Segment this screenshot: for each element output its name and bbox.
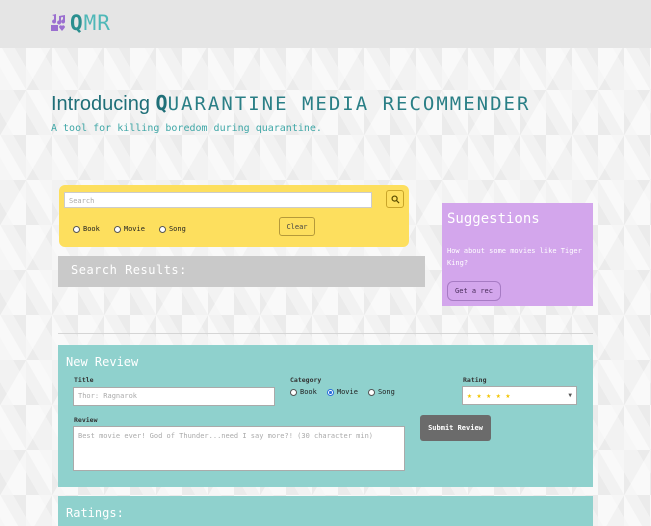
category-options: Book Movie Song xyxy=(290,388,395,396)
suggestion-text: How about some movies like Tiger King? xyxy=(447,247,582,267)
search-results-title: Search Results: xyxy=(71,263,187,277)
chevron-down-icon: ▼ xyxy=(568,392,572,399)
logo[interactable]: QMR xyxy=(50,11,111,35)
ratings-panel: Ratings: xyxy=(58,496,593,526)
rating-stars: ★ ★ ★ ★ ★ xyxy=(467,391,511,400)
suggestions-title: Suggestions xyxy=(447,211,540,227)
music-book-heart-icon xyxy=(51,14,66,31)
category-label: Category xyxy=(290,376,322,384)
category-option-book[interactable]: Book xyxy=(290,388,317,396)
logo-text: QMR xyxy=(70,11,111,35)
rating-select[interactable]: ★ ★ ★ ★ ★ ▼ xyxy=(462,386,577,405)
title-input[interactable]: Thor: Ragnarok xyxy=(73,387,275,406)
search-panel: Search Book Movie Song Clear xyxy=(59,185,409,247)
search-option-movie[interactable]: Movie xyxy=(113,225,145,233)
clear-button[interactable]: Clear xyxy=(279,217,315,236)
ratings-title: Ratings: xyxy=(66,506,124,520)
search-option-song[interactable]: Song xyxy=(158,225,186,233)
new-review-title: New Review xyxy=(66,355,139,369)
category-option-song[interactable]: Song xyxy=(367,388,395,396)
title-label: Title xyxy=(74,376,94,384)
new-review-panel: New Review Title Thor: Ragnarok Category… xyxy=(58,345,593,487)
suggestions-panel: Suggestions How about some movies like T… xyxy=(442,203,593,306)
top-navbar: QMR xyxy=(0,0,651,48)
search-type-options: Book Movie Song xyxy=(73,225,186,233)
search-button[interactable] xyxy=(386,190,404,208)
search-results-panel: Search Results: xyxy=(58,256,425,287)
review-textarea[interactable]: Best movie ever! God of Thunder...need I… xyxy=(73,426,405,471)
search-input[interactable]: Search xyxy=(64,192,372,208)
search-icon xyxy=(390,194,400,204)
rating-label: Rating xyxy=(463,376,487,384)
tagline: A tool for killing boredom during quaran… xyxy=(51,123,322,134)
review-label: Review xyxy=(74,416,98,424)
submit-review-button[interactable]: Submit Review xyxy=(420,415,491,441)
get-rec-button[interactable]: Get a rec xyxy=(447,281,501,301)
section-divider xyxy=(58,333,593,334)
category-option-movie[interactable]: Movie xyxy=(326,388,358,396)
page-title: Introducing QUARANTINE MEDIA RECOMMENDER xyxy=(51,91,531,115)
search-option-book[interactable]: Book xyxy=(73,225,100,233)
